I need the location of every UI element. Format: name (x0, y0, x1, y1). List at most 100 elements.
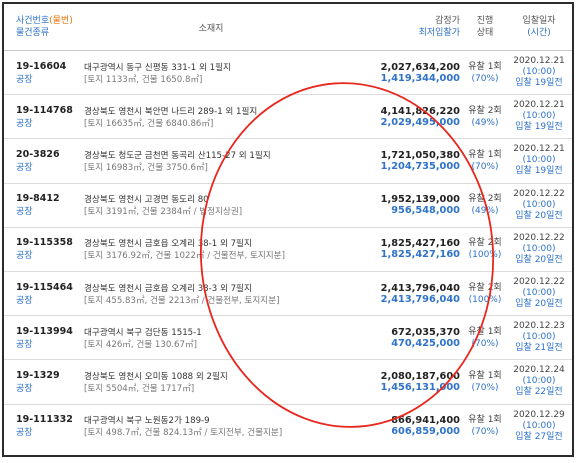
table-row[interactable]: 19-8412 공장 경상북도 영천시 고경면 동도리 80 [토지 3191㎡, … (4, 183, 572, 228)
header-case-label: 사건번호 (16, 16, 50, 26)
case-type: 공장 (16, 295, 33, 306)
bid-date: 2020.12.21 (513, 100, 565, 111)
address[interactable]: 경상북도 영천시 금호읍 오계리 38-3 외 7필지 (84, 282, 338, 294)
days-remaining: 입찰 20일전 (515, 299, 563, 310)
status-text: 유찰 1회 (468, 149, 502, 160)
case-number[interactable]: 20-3826 (16, 149, 84, 160)
days-remaining: 입찰 22일전 (515, 387, 563, 398)
property-detail: [토지 426㎡, 건물 130.67㎡] (84, 339, 197, 350)
bid-time: (10:00) (522, 288, 556, 299)
table-row[interactable]: 20-3826 공장 경상북도 청도군 금천면 동곡리 산115-27 외 1필지… (4, 138, 572, 184)
appraisal-price: 866,941,400 (391, 415, 460, 427)
header-location-label: 소재지 (198, 23, 224, 34)
min-bid-price: 470,425,000 (391, 337, 460, 349)
status-percent: (100%) (468, 250, 502, 261)
status-percent: (49%) (471, 206, 499, 217)
bid-date: 2020.12.22 (513, 277, 565, 288)
days-remaining: 입찰 20일전 (515, 254, 563, 265)
address[interactable]: 대구광역시 동구 신평동 331-1 외 1필지 (84, 61, 338, 73)
case-number[interactable]: 19-16604 (16, 61, 84, 72)
case-number[interactable]: 19-111332 (16, 414, 84, 425)
header-status-2: 상태 (476, 28, 494, 38)
property-detail: [토지 5504㎡, 건물 1717㎡] (84, 383, 195, 394)
property-detail: [토지 3176.92㎡, 건물 1022㎡ / 건물전부, 토지지분] (84, 251, 285, 262)
appraisal-price: 2,027,634,200 (380, 61, 460, 73)
header-time-label: (시간) (527, 28, 551, 38)
address[interactable]: 대구광역시 북구 검단동 1515-1 (84, 326, 338, 338)
bid-time: (10:00) (522, 199, 556, 210)
bid-date: 2020.12.29 (513, 409, 565, 420)
min-bid-price: 2,029,495,000 (380, 116, 460, 128)
header-case[interactable]: 사건번호(물번) 물건종류 (4, 4, 84, 51)
min-bid-price: 1,825,427,160 (380, 249, 460, 261)
header-status-1: 진행 (476, 16, 494, 26)
header-price[interactable]: 감정가 최저입찰가 (338, 4, 464, 51)
status-percent: (70%) (471, 382, 499, 393)
min-bid-price: 1,419,344,000 (380, 72, 460, 84)
case-number[interactable]: 19-115358 (16, 237, 84, 248)
property-detail: [토지 455.83㎡, 건물 2213㎡ / 건물전부, 토지지분] (84, 295, 280, 306)
property-detail: [토지 3191㎡, 건물 2384㎡ / 법정지상권] (84, 207, 243, 218)
address[interactable]: 경상북도 영천시 금호읍 오계리 38-1 외 7필지 (84, 237, 338, 249)
bid-time: (10:00) (522, 67, 556, 78)
status-text: 유찰 1회 (468, 61, 502, 72)
status-percent: (100%) (468, 294, 502, 305)
appraisal-price: 672,035,370 (391, 326, 460, 338)
bid-date: 2020.12.23 (513, 321, 565, 332)
table-row[interactable]: 19-111332 공장 대구광역시 북구 노원동2가 189-9 [토지 498.… (4, 404, 572, 448)
address[interactable]: 경상북도 청도군 금천면 동곡리 산115-27 외 1필지 (84, 149, 338, 161)
status-text: 유찰 1회 (468, 415, 502, 426)
status-percent: (70%) (471, 427, 499, 438)
address[interactable]: 대구광역시 북구 노원동2가 189-9 (84, 414, 338, 426)
bid-time: (10:00) (522, 111, 556, 122)
days-remaining: 입찰 19일전 (515, 122, 563, 133)
case-number[interactable]: 19-113994 (16, 326, 84, 337)
case-number[interactable]: 19-114768 (16, 105, 84, 116)
case-type: 공장 (16, 207, 33, 218)
table-row[interactable]: 19-16604 공장 대구광역시 동구 신평동 331-1 외 1필지 [토지 1… (4, 50, 572, 96)
table-row[interactable]: 19-115358 공장 경상북도 영천시 금호읍 오계리 38-1 외 7필지 [… (4, 227, 572, 272)
case-type: 공장 (16, 74, 33, 85)
case-number[interactable]: 19-1329 (16, 370, 84, 381)
header-appraisal-label: 감정가 (435, 16, 460, 26)
bid-date: 2020.12.22 (513, 188, 565, 199)
status-text: 유찰 2회 (468, 105, 502, 116)
table-row[interactable]: 19-115464 공장 경상북도 영천시 금호읍 오계리 38-3 외 7필지[… (4, 271, 572, 317)
table-body: 19-16604 공장 대구광역시 동구 신평동 331-1 외 1필지 [토지 1… (4, 50, 572, 448)
case-type: 공장 (16, 339, 33, 350)
bid-time: (10:00) (522, 155, 556, 166)
case-number[interactable]: 19-8412 (16, 193, 84, 204)
status-percent: (70%) (471, 338, 499, 349)
min-bid-price: 1,456,131,000 (380, 381, 460, 393)
property-detail: [토지 1133㎡, 건물 1650.8㎡] (84, 74, 203, 85)
address[interactable]: 경상북도 영천시 북안면 나드리 289-1 외 1필지 (84, 105, 338, 117)
min-bid-price: 956,548,000 (391, 205, 460, 217)
status-text: 유찰 1회 (468, 370, 502, 381)
appraisal-price: 1,825,427,160 (380, 238, 460, 250)
table-row[interactable]: 19-1329 공장 경상북도 영천시 오미동 1088 외 2필지 [토지 550… (4, 359, 572, 405)
case-type: 공장 (16, 118, 33, 129)
bid-time: (10:00) (522, 376, 556, 387)
status-text: 유찰 2회 (468, 282, 502, 293)
auction-list-frame: 사건번호(물번) 물건종류 소재지 감정가 최저입찰가 진행 상태 입찰일자 (… (2, 2, 574, 457)
table-header: 사건번호(물번) 물건종류 소재지 감정가 최저입찰가 진행 상태 입찰일자 (… (4, 4, 572, 51)
table-row[interactable]: 19-114768 공장 경상북도 영천시 북안면 나드리 289-1 외 1필지… (4, 94, 572, 140)
header-status: 진행 상태 (464, 4, 506, 51)
header-case-type: 물건종류 (16, 28, 50, 38)
bid-time: (10:00) (522, 243, 556, 254)
bid-date: 2020.12.21 (513, 144, 565, 155)
address[interactable]: 경상북도 영천시 고경면 동도리 80 (84, 193, 338, 205)
header-date[interactable]: 입찰일자 (시간) (506, 4, 572, 51)
min-bid-price: 1,204,735,000 (380, 160, 460, 172)
status-percent: (49%) (471, 117, 499, 128)
bid-date: 2020.12.24 (513, 365, 565, 376)
address[interactable]: 경상북도 영천시 오미동 1088 외 2필지 (84, 370, 338, 382)
days-remaining: 입찰 27일전 (515, 431, 563, 442)
table-row[interactable]: 19-113994 공장 대구광역시 북구 검단동 1515-1 [토지 426㎡,… (4, 315, 572, 361)
min-bid-price: 606,859,000 (391, 426, 460, 438)
bid-time: (10:00) (522, 420, 556, 431)
bid-time: (10:00) (522, 332, 556, 343)
appraisal-price: 1,952,139,000 (380, 194, 460, 206)
appraisal-price: 2,413,796,040 (380, 282, 460, 294)
case-number[interactable]: 19-115464 (16, 282, 84, 293)
